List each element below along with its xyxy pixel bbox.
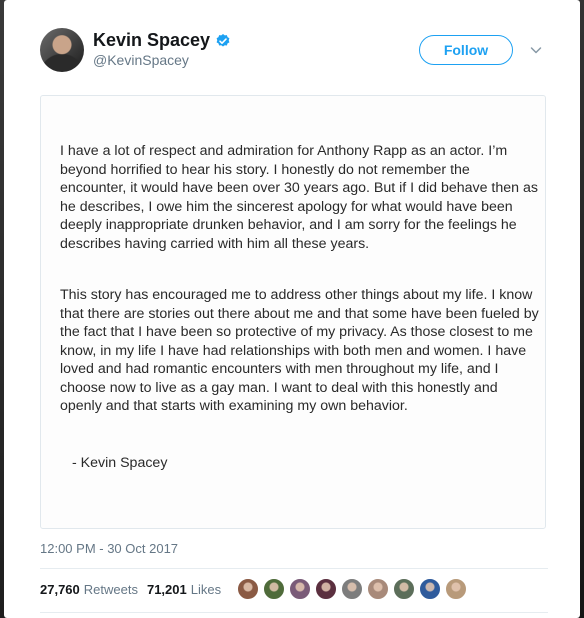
liker-avatar[interactable] [237, 578, 259, 600]
divider [40, 612, 548, 613]
retweets-count[interactable]: 27,760 [40, 582, 80, 597]
liker-avatar[interactable] [263, 578, 285, 600]
verified-badge-icon [216, 33, 230, 47]
liker-avatar[interactable] [367, 578, 389, 600]
chevron-down-icon[interactable] [530, 44, 542, 56]
statement-paragraph-2: This story has encouraged me to address … [60, 287, 539, 414]
liker-avatar[interactable] [419, 578, 441, 600]
liker-avatar[interactable] [289, 578, 311, 600]
tweet-header: Kevin Spacey @KevinSpacey Follow [4, 0, 580, 90]
divider [40, 568, 548, 569]
statement-paragraph-1: I have a lot of respect and admiration f… [60, 143, 538, 252]
tweet-timestamp[interactable]: 12:00 PM - 30 Oct 2017 [40, 541, 178, 556]
tweet-stats: 27,760 Retweets 71,201 Likes [40, 582, 230, 597]
statement-image[interactable]: I have a lot of respect and admiration f… [40, 95, 546, 529]
liker-avatar[interactable] [393, 578, 415, 600]
follow-button[interactable]: Follow [419, 35, 513, 65]
user-handle[interactable]: @KevinSpacey [93, 52, 189, 68]
retweets-label[interactable]: Retweets [84, 582, 138, 597]
statement-signature: - Kevin Spacey [72, 455, 168, 471]
avatar[interactable] [40, 28, 84, 72]
likes-count[interactable]: 71,201 [147, 582, 187, 597]
liker-avatar[interactable] [315, 578, 337, 600]
liker-avatars [237, 578, 471, 600]
liker-avatar[interactable] [445, 578, 467, 600]
liker-avatar[interactable] [341, 578, 363, 600]
tweet-card: Kevin Spacey @KevinSpacey Follow I have … [4, 0, 580, 618]
likes-label[interactable]: Likes [191, 582, 221, 597]
name-row: Kevin Spacey [93, 30, 231, 51]
display-name[interactable]: Kevin Spacey [93, 30, 210, 51]
